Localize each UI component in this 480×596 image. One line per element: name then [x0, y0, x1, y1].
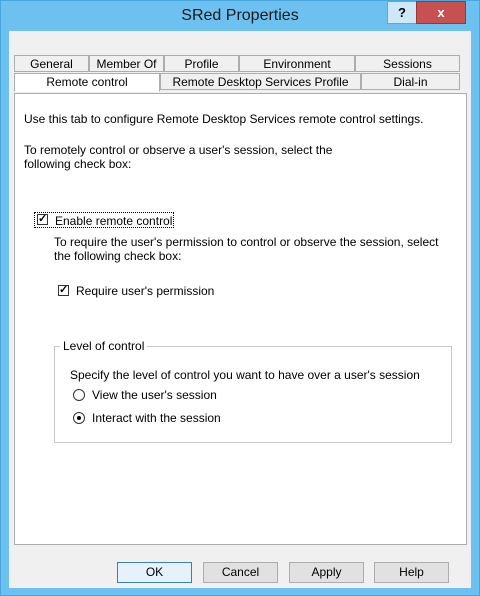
require-permission-label[interactable]: Require user's permission [76, 284, 214, 298]
cancel-button[interactable]: Cancel [203, 562, 278, 583]
enable-remote-control-label-text: Enable remote control [55, 214, 173, 228]
intro-text: Use this tab to configure Remote Desktop… [24, 112, 424, 126]
view-session-label[interactable]: View the user's session [92, 388, 217, 402]
tab-profile[interactable]: Profile [164, 55, 239, 72]
interact-session-label[interactable]: Interact with the session [92, 411, 221, 425]
title-bar[interactable]: SRed Properties ? x [1, 1, 479, 31]
apply-button[interactable]: Apply [289, 562, 364, 583]
require-permission-checkbox[interactable]: ✓ [58, 285, 69, 296]
instruction-text-2: To require the user's permission to cont… [54, 235, 439, 263]
tab-remote-control[interactable]: Remote control [14, 73, 160, 92]
enable-remote-control-label[interactable]: Enable remote control [55, 214, 172, 228]
properties-window: SRed Properties ? x General Member Of Pr… [0, 0, 480, 596]
ok-button[interactable]: OK [117, 562, 192, 583]
tab-sessions[interactable]: Sessions [355, 55, 460, 72]
radio-selected-dot [77, 416, 81, 420]
help-button[interactable]: Help [374, 562, 449, 583]
group-title: Level of control [60, 339, 148, 353]
instruction-text-1: To remotely control or observe a user's … [24, 143, 333, 171]
help-title-button[interactable]: ? [387, 1, 417, 24]
close-button[interactable]: x [416, 1, 466, 24]
remote-control-panel: Use this tab to configure Remote Desktop… [14, 93, 467, 545]
tab-dial-in[interactable]: Dial-in [361, 73, 460, 90]
view-session-radio[interactable] [73, 389, 85, 401]
tab-environment[interactable]: Environment [239, 55, 355, 72]
tab-member-of[interactable]: Member Of [89, 55, 164, 72]
group-instruction-text: Specify the level of control you want to… [70, 368, 420, 382]
dialog-client: General Member Of Profile Environment Se… [9, 31, 471, 588]
tab-general[interactable]: General [14, 55, 89, 72]
enable-remote-control-checkbox[interactable]: ✓ [37, 214, 48, 225]
tab-remote-desktop-services-profile[interactable]: Remote Desktop Services Profile [160, 73, 361, 90]
interact-session-radio[interactable] [73, 412, 85, 424]
